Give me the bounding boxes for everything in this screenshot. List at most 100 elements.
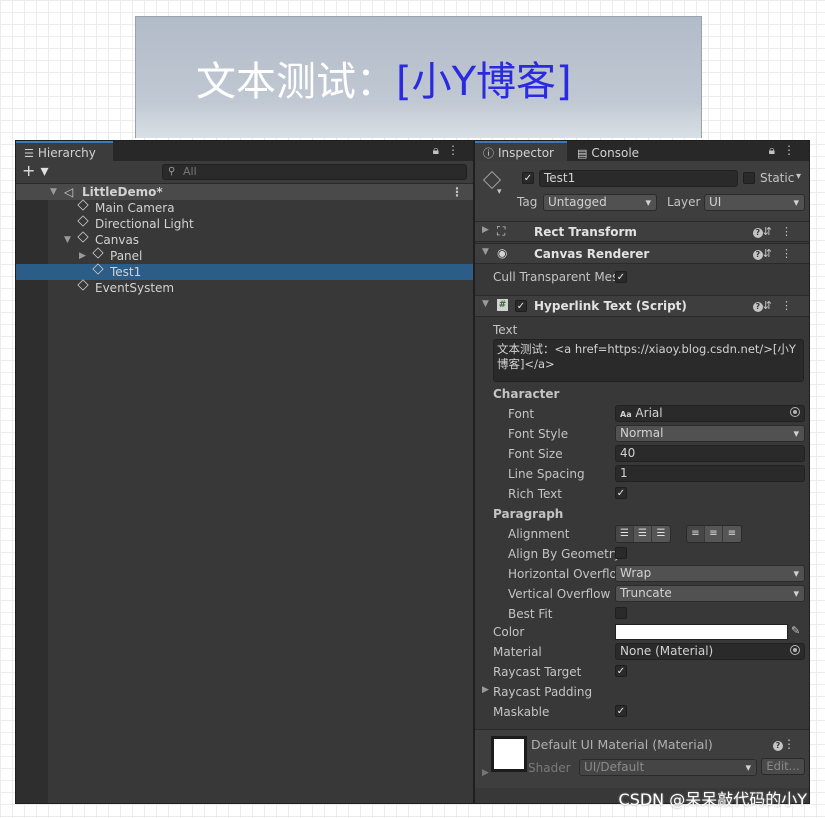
hierarchy-item-label: Main Camera <box>95 201 175 215</box>
layer-dropdown[interactable]: UI <box>704 194 805 211</box>
scene-menu-icon[interactable]: ⋮ <box>451 184 463 200</box>
hierarchy-item-test1[interactable]: Test1 <box>16 263 473 280</box>
raycast-target-checkbox[interactable]: ✓ <box>615 665 627 677</box>
component-enabled-checkbox[interactable]: ✓ <box>515 300 527 312</box>
material-value: None (Material) <box>620 644 714 658</box>
component-tools: ? ⇵⋮ <box>752 299 801 312</box>
material-menu-icon[interactable]: ⋮ <box>783 737 801 751</box>
vertical-alignment-group: ≡ ≡ ≡ <box>686 525 742 543</box>
search-placeholder: All <box>183 165 197 178</box>
icon-dropdown-arrow[interactable]: ▾ <box>497 187 502 197</box>
add-object-button[interactable]: + ▾ <box>22 162 49 180</box>
fold-open-icon[interactable]: ▼ <box>482 299 489 309</box>
fold-open-icon[interactable]: ▼ <box>50 184 60 200</box>
text-area[interactable]: 文本测试：<a href=https://xiaoy.blog.csdn.net… <box>493 339 804 382</box>
align-right-button[interactable]: ☰ <box>652 526 670 542</box>
tab-console[interactable]: ▤ Console <box>569 141 655 161</box>
component-menu-icon[interactable]: ⋮ <box>781 247 801 260</box>
tag-label: Tag <box>517 195 538 209</box>
cull-transparent-checkbox[interactable]: ✓ <box>615 271 627 283</box>
paragraph-heading: Paragraph <box>493 507 564 521</box>
hierarchy-item-label: EventSystem <box>95 281 175 295</box>
align-top-button[interactable]: ≡ <box>687 526 705 542</box>
presets-icon[interactable]: ⇵ <box>763 247 781 260</box>
cull-transparent-label: Cull Transparent Mes <box>493 270 619 284</box>
hierarchy-item-main-camera[interactable]: Main Camera <box>16 199 473 216</box>
rendered-hyperlink[interactable]: [小Y博客] <box>396 59 572 105</box>
fold-open-icon[interactable]: ▼ <box>482 247 489 257</box>
static-checkbox[interactable] <box>743 172 755 184</box>
help-icon[interactable]: ? <box>773 741 783 751</box>
shader-dropdown[interactable]: UI/Default <box>579 759 757 776</box>
align-by-geometry-checkbox[interactable] <box>615 547 627 559</box>
component-menu-icon[interactable]: ⋮ <box>781 225 801 238</box>
lock-icon[interactable]: 🔒︎ <box>433 143 447 157</box>
tab-inspector-label: Inspector <box>498 146 554 160</box>
fold-closed-icon[interactable]: ▶ <box>482 225 489 235</box>
tag-dropdown[interactable]: Untagged <box>543 194 657 211</box>
font-asset-icon: Aa <box>620 410 632 419</box>
rect-transform-icon: ⛶ <box>497 224 506 238</box>
help-icon[interactable]: ? <box>752 302 763 312</box>
help-icon[interactable]: ? <box>752 228 763 238</box>
scene-row[interactable]: ▼ ◁ LittleDemo* ⋮ <box>16 184 473 200</box>
material-label: Material <box>493 645 542 659</box>
rich-text-checkbox[interactable]: ✓ <box>615 487 627 499</box>
align-middle-button[interactable]: ≡ <box>705 526 723 542</box>
hierarchy-toolbar: + ▾ ⚲ All <box>16 161 473 184</box>
rendered-text-prefix: 文本测试： <box>196 59 396 105</box>
unity-scene-icon: ◁ <box>64 185 74 199</box>
raycast-padding-label[interactable]: Raycast Padding <box>493 685 592 699</box>
lock-icon[interactable]: 🔒︎ <box>769 143 783 157</box>
best-fit-checkbox[interactable] <box>615 607 627 619</box>
default-material-title: Default UI Material (Material) <box>531 737 713 752</box>
component-title: Canvas Renderer <box>534 247 650 261</box>
font-size-field[interactable]: 40 <box>615 445 805 462</box>
component-hyperlink-text[interactable]: ▼ # ✓ Hyperlink Text (Script) ? ⇵⋮ <box>475 295 809 317</box>
color-label: Color <box>493 625 525 639</box>
fold-closed-icon[interactable]: ▶ <box>482 768 489 778</box>
fold-open-icon[interactable]: ▼ <box>64 232 74 248</box>
fold-closed-icon[interactable]: ▶ <box>79 248 89 264</box>
tab-inspector[interactable]: ⓘ Inspector <box>475 141 567 161</box>
object-picker-icon[interactable] <box>790 645 800 655</box>
font-field[interactable]: Aa Arial <box>615 405 805 422</box>
tab-hierarchy[interactable]: ☰ Hierarchy <box>16 141 113 161</box>
active-checkbox[interactable]: ✓ <box>522 172 534 184</box>
static-label: Static <box>760 171 795 185</box>
hierarchy-item-directional-light[interactable]: Directional Light <box>16 215 473 232</box>
horizontal-overflow-dropdown[interactable]: Wrap <box>615 565 805 582</box>
hierarchy-item-label: Panel <box>110 249 143 263</box>
more-options-icon[interactable]: ⋮ <box>783 143 803 157</box>
component-rect-transform[interactable]: ▶ ⛶ Rect Transform ? ⇵⋮ <box>475 221 809 242</box>
maskable-checkbox[interactable]: ✓ <box>615 705 627 717</box>
line-spacing-field[interactable]: 1 <box>615 465 805 482</box>
presets-icon[interactable]: ⇵ <box>763 225 781 238</box>
object-picker-icon[interactable] <box>790 407 800 417</box>
color-swatch-field[interactable] <box>615 624 788 640</box>
eyedropper-icon[interactable]: ✎ <box>791 624 800 637</box>
component-canvas-renderer[interactable]: ▼ ◉ Canvas Renderer ? ⇵⋮ <box>475 243 809 264</box>
hierarchy-item-label: Test1 <box>110 265 142 279</box>
hierarchy-item-eventsystem[interactable]: EventSystem <box>16 279 473 296</box>
font-style-dropdown[interactable]: Normal <box>615 425 805 442</box>
more-options-icon[interactable]: ⋮ <box>447 143 467 157</box>
presets-icon[interactable]: ⇵ <box>763 299 781 312</box>
hierarchy-item-canvas[interactable]: ▼ Canvas <box>16 231 473 248</box>
hierarchy-item-panel[interactable]: ▶ Panel <box>16 247 473 264</box>
static-dropdown-arrow[interactable]: ▾ <box>796 171 801 182</box>
component-menu-icon[interactable]: ⋮ <box>781 299 801 312</box>
hierarchy-item-label: Canvas <box>95 233 140 247</box>
vertical-overflow-dropdown[interactable]: Truncate <box>615 585 805 602</box>
rich-text-label: Rich Text <box>508 487 562 501</box>
material-field[interactable]: None (Material) <box>615 643 805 660</box>
fold-closed-icon[interactable]: ▶ <box>482 685 489 695</box>
align-center-button[interactable]: ☰ <box>634 526 652 542</box>
inspector-tab-tools: 🔒︎⋮ <box>769 143 803 158</box>
align-left-button[interactable]: ☰ <box>616 526 634 542</box>
help-icon[interactable]: ? <box>752 250 763 260</box>
align-bottom-button[interactable]: ≡ <box>723 526 741 542</box>
hierarchy-search-input[interactable]: ⚲ All <box>162 164 467 180</box>
edit-shader-button[interactable]: Edit... <box>761 758 805 775</box>
object-name-field[interactable]: Test1 <box>539 170 738 187</box>
